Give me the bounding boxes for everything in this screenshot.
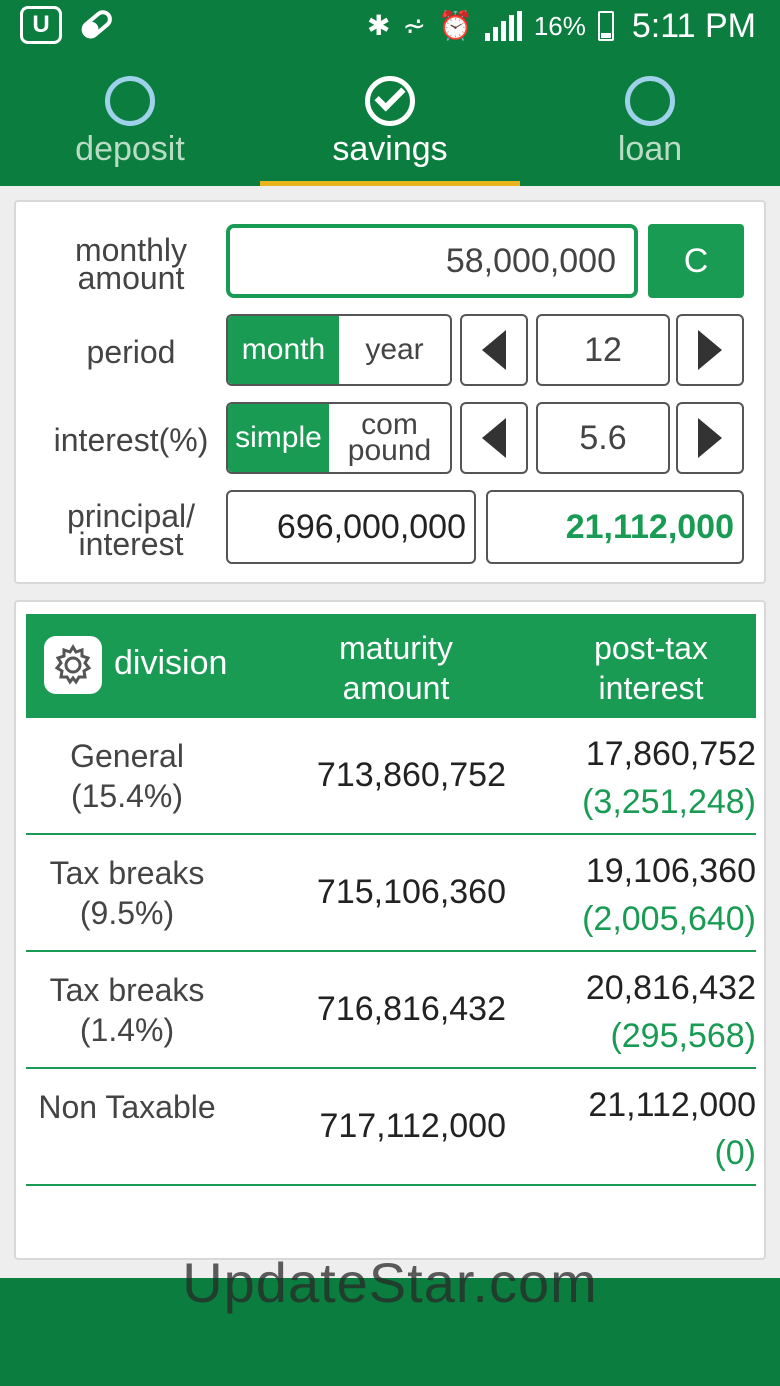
alarm-icon: ⏰ xyxy=(437,10,473,41)
tax-amount-value: (2,005,640) xyxy=(582,900,756,938)
interest-rate-value[interactable]: 5.6 xyxy=(536,402,670,474)
maturity-cell: 716,816,432 xyxy=(316,990,506,1028)
division-header: division xyxy=(114,644,228,682)
monthly-amount-input[interactable]: 58,000,000 xyxy=(226,224,638,298)
interest-decrease-button[interactable] xyxy=(460,402,528,474)
division-cell: Tax breaks (9.5%) xyxy=(49,855,205,931)
tax-amount-value: (0) xyxy=(714,1134,756,1172)
bluetooth-icon: ✱ xyxy=(367,10,391,41)
arrow-left-icon xyxy=(482,330,506,370)
division-cell: General (15.4%) xyxy=(70,738,184,814)
monthly-amount-label: monthly amount xyxy=(74,232,188,296)
arrow-left-icon xyxy=(482,418,506,458)
period-unit-toggle: month year xyxy=(226,314,452,386)
table-row: Tax breaks (1.4%) 716,816,432 20,816,432… xyxy=(26,952,756,1069)
clear-button[interactable]: C xyxy=(648,224,744,298)
radio-circle-icon xyxy=(625,76,675,126)
interest-label: interest(%) xyxy=(53,422,209,458)
interest-increase-button[interactable] xyxy=(676,402,744,474)
post-tax-interest-value: 19,106,360 xyxy=(585,852,756,890)
table-row: Non Taxable 717,112,000 21,112,000 (0) xyxy=(26,1069,756,1186)
arrow-right-icon xyxy=(698,418,722,458)
arrow-right-icon xyxy=(698,330,722,370)
division-cell: Non Taxable xyxy=(38,1089,216,1125)
principal-total: 696,000,000 xyxy=(226,490,476,564)
results-card: division maturity amount post-tax intere… xyxy=(14,600,766,1260)
vibrate-icon: ⩫ xyxy=(402,10,426,41)
tab-deposit[interactable]: deposit xyxy=(0,52,260,186)
period-month-option[interactable]: month xyxy=(228,316,339,384)
post-tax-interest-value: 21,112,000 xyxy=(588,1086,756,1124)
table-row: General (15.4%) 713,860,752 17,860,752 (… xyxy=(26,718,756,835)
maturity-cell: 717,112,000 xyxy=(319,1107,506,1145)
post-tax-interest-value: 17,860,752 xyxy=(585,735,756,773)
status-bar: U ✱ ⩫ ⏰ 16% 5:11 PM xyxy=(0,0,780,52)
radio-circle-icon xyxy=(105,76,155,126)
principal-interest-label: principal/ interest xyxy=(66,498,196,562)
maturity-cell: 713,860,752 xyxy=(316,756,506,794)
app-notification-icon: U xyxy=(20,6,62,44)
interest-cell: 17,860,752 (3,251,248) xyxy=(582,730,756,826)
interest-simple-option[interactable]: simple xyxy=(228,404,329,472)
period-year-option[interactable]: year xyxy=(339,316,450,384)
clock: 5:11 PM xyxy=(631,6,756,45)
maturity-amount-header: maturity amount xyxy=(339,630,453,706)
tax-amount-value: (295,568) xyxy=(610,1017,756,1055)
interest-total: 21,112,000 xyxy=(486,490,744,564)
signal-icon xyxy=(484,11,522,41)
gear-icon xyxy=(54,644,92,685)
table-row: Tax breaks (9.5%) 715,106,360 19,106,360… xyxy=(26,835,756,952)
division-cell: Tax breaks (1.4%) xyxy=(49,972,205,1048)
interest-compound-option[interactable]: com pound xyxy=(329,404,450,472)
maturity-cell: 715,106,360 xyxy=(316,873,506,911)
table-header: division maturity amount post-tax intere… xyxy=(26,614,756,718)
battery-icon xyxy=(597,11,614,41)
interest-type-toggle: simple com pound xyxy=(226,402,452,474)
interest-cell: 21,112,000 (0) xyxy=(588,1081,756,1177)
tab-loan[interactable]: loan xyxy=(520,52,780,186)
interest-cell: 20,816,432 (295,568) xyxy=(586,964,756,1060)
pill-icon xyxy=(81,10,112,39)
period-decrease-button[interactable] xyxy=(460,314,528,386)
tab-label: loan xyxy=(617,130,683,168)
settings-button[interactable] xyxy=(44,636,102,694)
tax-amount-value: (3,251,248) xyxy=(582,783,756,821)
period-label: period xyxy=(86,334,176,370)
active-tab-indicator xyxy=(260,181,520,186)
post-tax-interest-value: 20,816,432 xyxy=(585,969,756,1007)
post-tax-interest-header: post-tax interest xyxy=(594,630,708,706)
tab-label: deposit xyxy=(75,130,185,168)
period-increase-button[interactable] xyxy=(676,314,744,386)
tab-savings[interactable]: savings xyxy=(260,52,520,186)
input-card: monthly amount 58,000,000 C period month… xyxy=(14,200,766,584)
period-value[interactable]: 12 xyxy=(536,314,670,386)
watermark: UpdateStar.com xyxy=(182,1251,598,1314)
interest-cell: 19,106,360 (2,005,640) xyxy=(582,847,756,943)
tab-label: savings xyxy=(332,130,448,168)
battery-percent: 16% xyxy=(533,10,586,41)
tab-bar: deposit savings loan xyxy=(0,52,780,186)
